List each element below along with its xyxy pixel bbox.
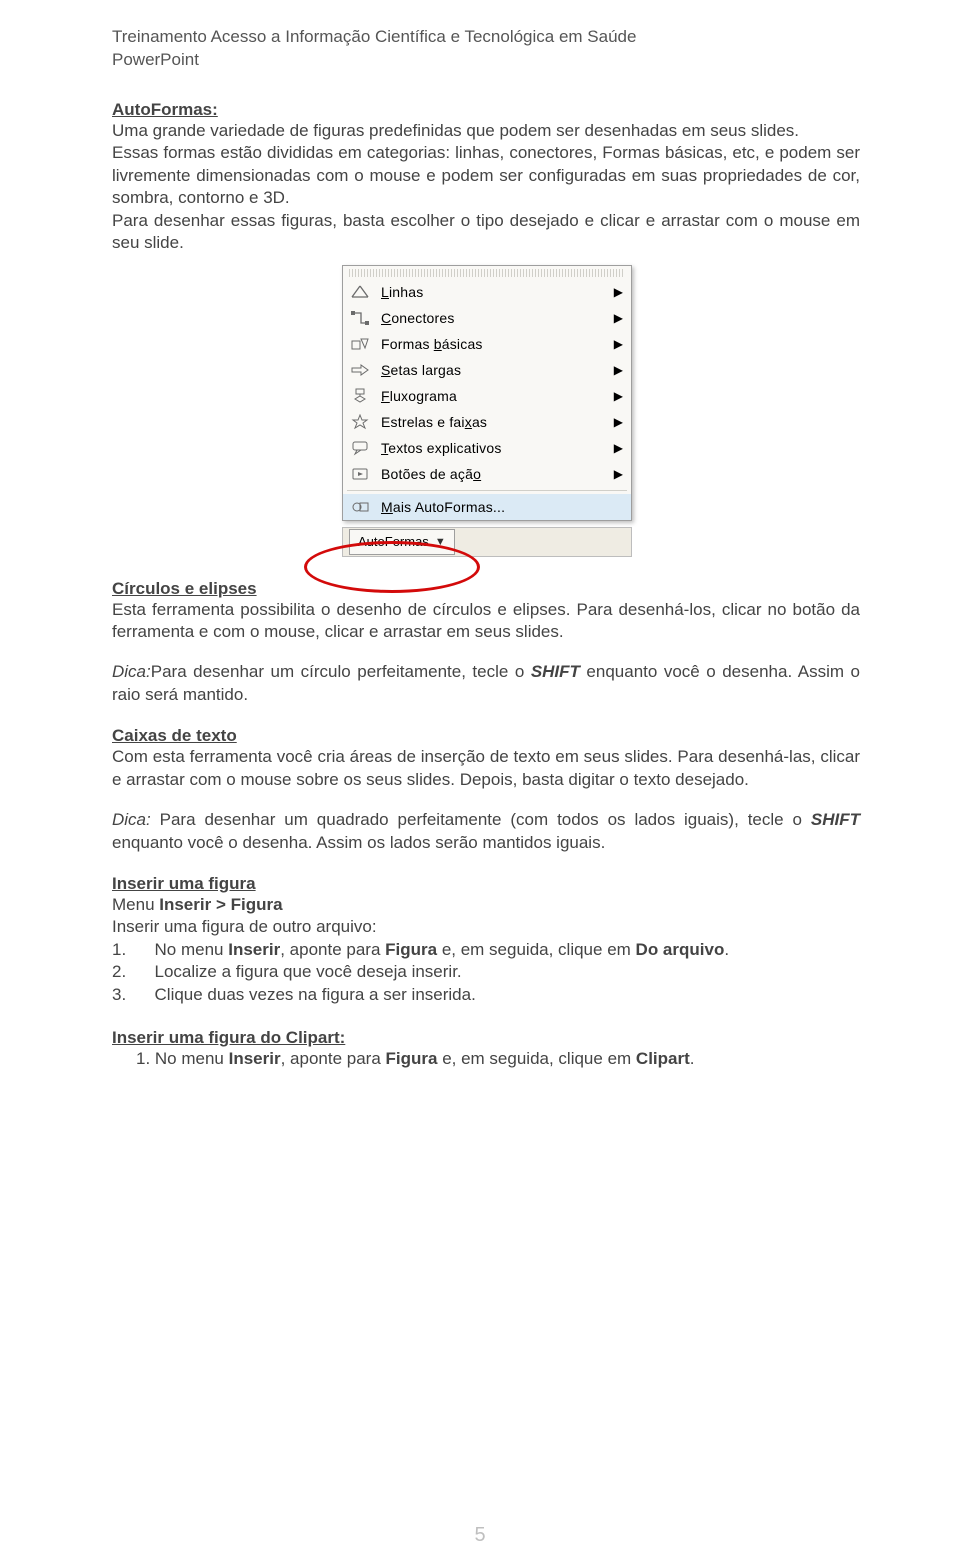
submenu-arrow-icon: ▶ (614, 467, 623, 481)
submenu-arrow-icon: ▶ (614, 441, 623, 455)
menu-label: Linhas (381, 284, 614, 300)
autoshapes-button[interactable]: AutoFormas ▼ (349, 529, 455, 555)
action-buttons-icon (347, 463, 373, 485)
menu-item-formas-basicas[interactable]: Formas básicas ▶ (343, 331, 631, 357)
menu-label: Conectores (381, 310, 614, 326)
paragraph: Essas formas estão divididas em categori… (112, 142, 860, 209)
header-line1: Treinamento Acesso a Informação Científi… (112, 26, 860, 49)
heading-inserir-figura: Inserir uma figura (112, 874, 860, 894)
menu-path: Menu Inserir > Figura (112, 894, 860, 916)
menu-item-linhas[interactable]: Linhas ▶ (343, 279, 631, 305)
list-item: 3. Clique duas vezes na figura a ser ins… (112, 984, 860, 1006)
menu-label: Estrelas e faixas (381, 414, 614, 430)
heading-caixas-texto: Caixas de texto (112, 726, 860, 746)
menu-item-textos-explicativos[interactable]: Textos explicativos ▶ (343, 435, 631, 461)
heading-autoformas: AutoFormas: (112, 100, 860, 120)
flowchart-icon (347, 385, 373, 407)
block-arrows-icon (347, 359, 373, 381)
autoshapes-button-label: AutoFormas (358, 534, 429, 549)
menu-item-mais-autoformas[interactable]: Mais AutoFormas... (343, 494, 631, 520)
autoshapes-menu: Linhas ▶ Conectores ▶ Formas básicas ▶ (342, 265, 632, 521)
list-item: 1. No menu Inserir, aponte para Figura e… (112, 939, 860, 961)
menu-label: Botões de ação (381, 466, 614, 482)
menu-label: Mais AutoFormas... (381, 499, 623, 515)
basic-shapes-icon (347, 333, 373, 355)
menu-item-conectores[interactable]: Conectores ▶ (343, 305, 631, 331)
menu-label: Textos explicativos (381, 440, 614, 456)
menu-item-setas-largas[interactable]: Setas largas ▶ (343, 357, 631, 383)
paragraph: Esta ferramenta possibilita o desenho de… (112, 599, 860, 644)
dropdown-caret-icon: ▼ (435, 536, 446, 548)
list-item: 2. Localize a figura que você deseja ins… (112, 961, 860, 983)
callouts-icon (347, 437, 373, 459)
list-item: 1. No menu Inserir, aponte para Figura e… (112, 1048, 860, 1070)
subheading: Inserir uma figura de outro arquivo: (112, 916, 860, 938)
paragraph: Com esta ferramenta você cria áreas de i… (112, 746, 860, 791)
submenu-arrow-icon: ▶ (614, 311, 623, 325)
heading-inserir-clipart: Inserir uma figura do Clipart: (112, 1028, 860, 1048)
menu-label: Setas largas (381, 362, 614, 378)
submenu-arrow-icon: ▶ (614, 389, 623, 403)
submenu-arrow-icon: ▶ (614, 415, 623, 429)
page-header: Treinamento Acesso a Informação Científi… (112, 26, 860, 72)
page-number: 5 (0, 1524, 960, 1547)
connectors-icon (347, 307, 373, 329)
more-autoshapes-icon (347, 496, 373, 518)
header-line2: PowerPoint (112, 49, 860, 72)
heading-circulos: Círculos e elipses (112, 579, 860, 599)
tip-paragraph: Dica: Para desenhar um quadrado perfeita… (112, 809, 860, 854)
menu-item-fluxograma[interactable]: Fluxograma ▶ (343, 383, 631, 409)
submenu-arrow-icon: ▶ (614, 285, 623, 299)
submenu-arrow-icon: ▶ (614, 337, 623, 351)
autoshapes-toolbar: AutoFormas ▼ (342, 527, 632, 557)
menu-label: Formas básicas (381, 336, 614, 352)
menu-item-estrelas-faixas[interactable]: Estrelas e faixas ▶ (343, 409, 631, 435)
autoshapes-menu-figure: Linhas ▶ Conectores ▶ Formas básicas ▶ (342, 265, 632, 557)
tip-paragraph: Dica:Para desenhar um círculo perfeitame… (112, 661, 860, 706)
menu-grip (349, 269, 625, 277)
menu-separator (347, 490, 627, 491)
paragraph: Uma grande variedade de figuras predefin… (112, 120, 860, 142)
stars-banners-icon (347, 411, 373, 433)
menu-item-botoes-acao[interactable]: Botões de ação ▶ (343, 461, 631, 487)
lines-icon (347, 281, 373, 303)
submenu-arrow-icon: ▶ (614, 363, 623, 377)
menu-label: Fluxograma (381, 388, 614, 404)
paragraph: Para desenhar essas figuras, basta escol… (112, 210, 860, 255)
